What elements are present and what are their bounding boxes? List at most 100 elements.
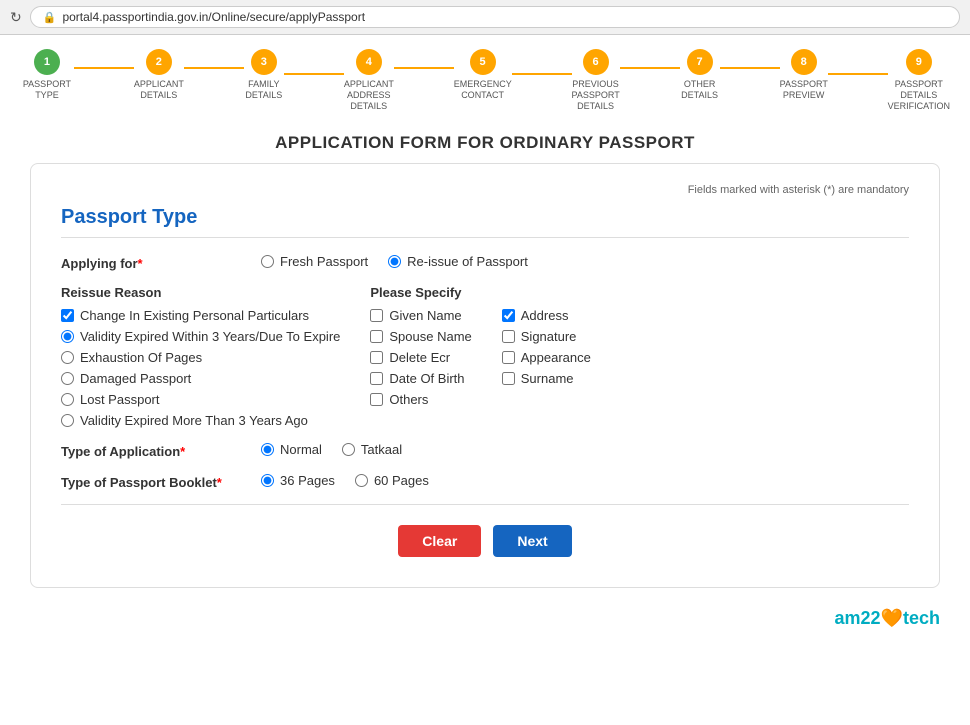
specify-checkbox-sd2[interactable] xyxy=(502,330,515,343)
step-3[interactable]: 3FAMILY DETAILS xyxy=(244,49,284,101)
next-button[interactable]: Next xyxy=(493,525,571,557)
fresh-passport-option[interactable]: Fresh Passport xyxy=(261,254,368,269)
step-5[interactable]: 5EMERGENCY CONTACT xyxy=(454,49,512,101)
specify-columns: Given Name Spouse Name Delete Ecr Date Of B… xyxy=(370,308,909,407)
step-circle-1: 1 xyxy=(34,49,60,75)
reissue-radio-5[interactable] xyxy=(61,393,74,406)
brand-heart: 🧡 xyxy=(881,608,903,628)
url-bar[interactable]: 🔒 portal4.passportindia.gov.in/Online/se… xyxy=(30,6,960,28)
step-7[interactable]: 7OTHER DETAILS xyxy=(680,49,720,101)
step-label-9: PASSPORT DETAILS VERIFICATION xyxy=(888,79,950,111)
refresh-icon[interactable]: ↻ xyxy=(10,9,22,26)
specify-col1-item-2[interactable]: Spouse Name xyxy=(370,329,471,344)
step-wrapper-1: 1 PASSPORT TYPE xyxy=(20,49,74,101)
reissue-checkbox-1[interactable] xyxy=(61,309,74,322)
specify-col2-item-2[interactable]: Signature xyxy=(502,329,591,344)
reissue-option-3[interactable]: Exhaustion Of Pages xyxy=(61,350,340,365)
reissue-option-2[interactable]: Validity Expired Within 3 Years/Due To E… xyxy=(61,329,340,344)
reissue-radio-2[interactable] xyxy=(61,330,74,343)
step-line-2 xyxy=(184,67,244,69)
step-6[interactable]: 6PREVIOUS PASSPORT DETAILS xyxy=(572,49,620,111)
reissue-radio[interactable] xyxy=(388,255,401,268)
specify-label-sc1: Given Name xyxy=(389,308,461,323)
fresh-passport-radio[interactable] xyxy=(261,255,274,268)
step-1[interactable]: 1 PASSPORT TYPE xyxy=(20,49,74,101)
booklet-radio-2[interactable] xyxy=(355,474,368,487)
step-wrapper-3: 3FAMILY DETAILS xyxy=(184,49,284,101)
app-type-label: Type of Application* xyxy=(61,442,261,459)
reissue-section: Reissue Reason Change In Existing Person… xyxy=(61,285,909,428)
clear-button[interactable]: Clear xyxy=(398,525,481,557)
specify-checkbox-sd1[interactable] xyxy=(502,309,515,322)
step-label-2: APPLICANT DETAILS xyxy=(134,79,184,101)
booklet-option-1[interactable]: 36 Pages xyxy=(261,473,335,488)
specify-checkbox-sc4[interactable] xyxy=(370,372,383,385)
specify-label-sc2: Spouse Name xyxy=(389,329,471,344)
step-circle-8: 8 xyxy=(791,49,817,75)
specify-checkbox-sc5[interactable] xyxy=(370,393,383,406)
reissue-radio-4[interactable] xyxy=(61,372,74,385)
reissue-radio-6[interactable] xyxy=(61,414,74,427)
specify-label-sc4: Date Of Birth xyxy=(389,371,464,386)
form-title: APPLICATION FORM FOR ORDINARY PASSPORT xyxy=(0,119,970,163)
brand-am22: am22 xyxy=(835,608,881,628)
specify-col2-item-3[interactable]: Appearance xyxy=(502,350,591,365)
specify-col1-item-4[interactable]: Date Of Birth xyxy=(370,371,471,386)
specify-col1-item-5[interactable]: Others xyxy=(370,392,471,407)
reissue-heading: Reissue Reason xyxy=(61,285,340,300)
branding: am22🧡tech xyxy=(0,608,970,639)
specify-checkbox-sc1[interactable] xyxy=(370,309,383,322)
reissue-right: Please Specify Given Name Spouse Name Dele… xyxy=(370,285,909,428)
reissue-option-5[interactable]: Lost Passport xyxy=(61,392,340,407)
step-2[interactable]: 2APPLICANT DETAILS xyxy=(134,49,184,101)
reissue-option-1[interactable]: Change In Existing Personal Particulars xyxy=(61,308,340,323)
booklet-type-controls: 36 Pages 60 Pages xyxy=(261,473,429,488)
step-wrapper-2: 2APPLICANT DETAILS xyxy=(74,49,184,101)
page: 1 PASSPORT TYPE 2APPLICANT DETAILS 3FAMILY … xyxy=(0,35,970,725)
reissue-options: Change In Existing Personal Particulars V… xyxy=(61,308,340,428)
booklet-option-2[interactable]: 60 Pages xyxy=(355,473,429,488)
step-wrapper-9: 9PASSPORT DETAILS VERIFICATION xyxy=(828,49,950,111)
section-title: Passport Type xyxy=(61,206,909,229)
specify-col1-item-3[interactable]: Delete Ecr xyxy=(370,350,471,365)
progress-bar: 1 PASSPORT TYPE 2APPLICANT DETAILS 3FAMILY … xyxy=(0,35,970,119)
reissue-option[interactable]: Re-issue of Passport xyxy=(388,254,528,269)
step-circle-5: 5 xyxy=(470,49,496,75)
specify-label-sd1: Address xyxy=(521,308,569,323)
brand-tech: tech xyxy=(903,608,940,628)
reissue-radio-3[interactable] xyxy=(61,351,74,364)
specify-col1: Given Name Spouse Name Delete Ecr Date Of B… xyxy=(370,308,471,407)
booklet-type-row: Type of Passport Booklet* 36 Pages60 Pag… xyxy=(61,473,909,490)
specify-col2-item-4[interactable]: Surname xyxy=(502,371,591,386)
step-circle-7: 7 xyxy=(687,49,713,75)
step-wrapper-7: 7OTHER DETAILS xyxy=(620,49,720,101)
step-wrapper-4: 4APPLICANT ADDRESS DETAILS xyxy=(284,49,394,111)
reissue-option-6[interactable]: Validity Expired More Than 3 Years Ago xyxy=(61,413,340,428)
specify-checkbox-sd4[interactable] xyxy=(502,372,515,385)
please-specify-heading: Please Specify xyxy=(370,285,909,300)
booklet-label-2: 60 Pages xyxy=(374,473,429,488)
step-label-4: APPLICANT ADDRESS DETAILS xyxy=(344,79,394,111)
app-type-radio-2[interactable] xyxy=(342,443,355,456)
step-9[interactable]: 9PASSPORT DETAILS VERIFICATION xyxy=(888,49,950,111)
step-line-4 xyxy=(394,67,454,69)
specify-col2-item-1[interactable]: Address xyxy=(502,308,591,323)
app-type-option-2[interactable]: Tatkaal xyxy=(342,442,402,457)
mandatory-note: Fields marked with asterisk (*) are mand… xyxy=(61,184,909,196)
reissue-option-4[interactable]: Damaged Passport xyxy=(61,371,340,386)
step-8[interactable]: 8PASSPORT PREVIEW xyxy=(780,49,828,101)
specify-col2: Address Signature Appearance Surname xyxy=(502,308,591,407)
step-label-1: PASSPORT TYPE xyxy=(20,79,74,101)
step-line-6 xyxy=(620,67,680,69)
specify-col1-item-1[interactable]: Given Name xyxy=(370,308,471,323)
step-label-3: FAMILY DETAILS xyxy=(244,79,284,101)
specify-checkbox-sc2[interactable] xyxy=(370,330,383,343)
booklet-radio-1[interactable] xyxy=(261,474,274,487)
app-type-label-2: Tatkaal xyxy=(361,442,402,457)
step-line-7 xyxy=(720,67,780,69)
specify-checkbox-sd3[interactable] xyxy=(502,351,515,364)
specify-checkbox-sc3[interactable] xyxy=(370,351,383,364)
step-4[interactable]: 4APPLICANT ADDRESS DETAILS xyxy=(344,49,394,111)
app-type-radio-1[interactable] xyxy=(261,443,274,456)
app-type-option-1[interactable]: Normal xyxy=(261,442,322,457)
